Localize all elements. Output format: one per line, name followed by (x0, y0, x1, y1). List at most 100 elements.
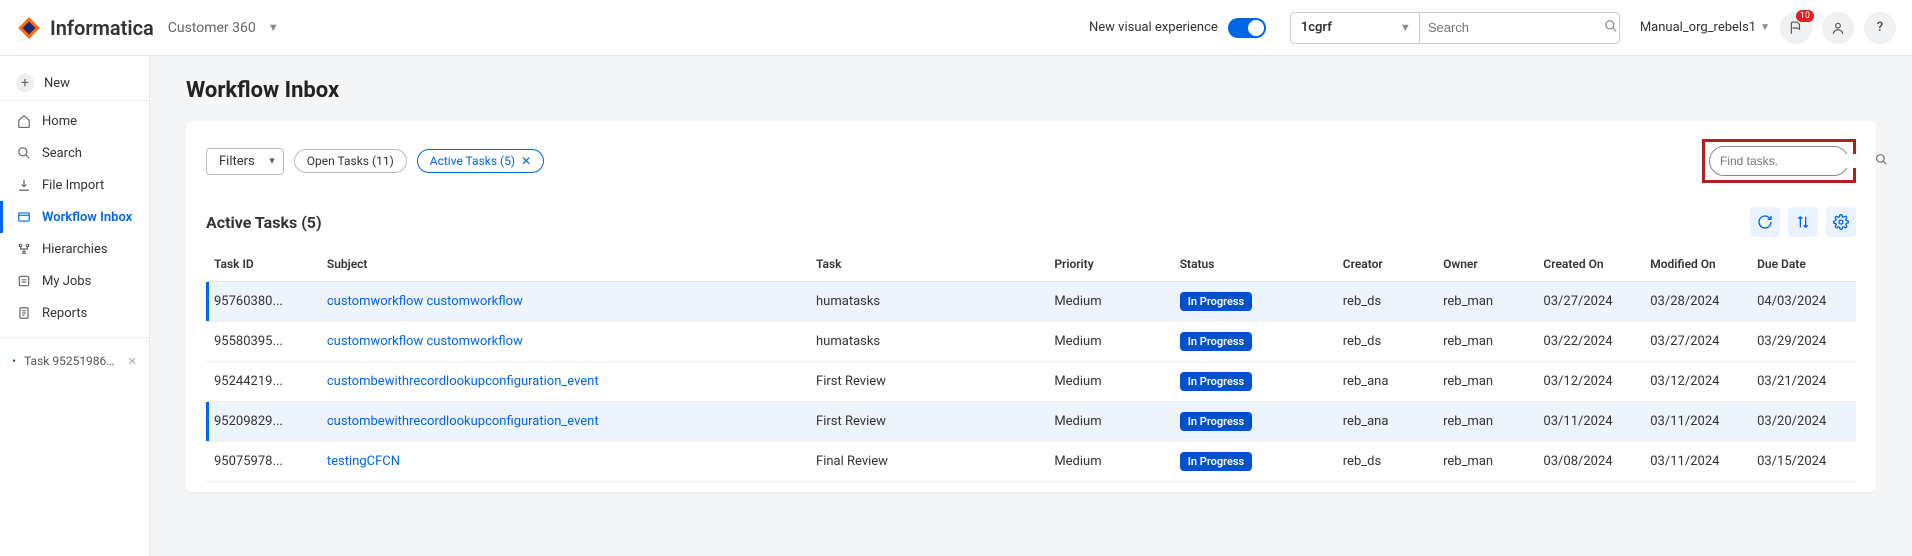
cell-subject[interactable]: custombewithrecordlookupconfiguration_ev… (319, 402, 808, 442)
th-created-on[interactable]: Created On (1535, 247, 1642, 282)
th-modified-on[interactable]: Modified On (1642, 247, 1749, 282)
cell-owner: reb_man (1435, 402, 1535, 442)
cell-created-on: 03/11/2024 (1535, 402, 1642, 442)
table-row[interactable]: 95580395...customworkflow customworkflow… (206, 322, 1856, 362)
find-tasks-field[interactable] (1709, 146, 1849, 176)
user-button[interactable] (1822, 12, 1854, 44)
global-search[interactable] (1420, 12, 1620, 44)
cell-status: In Progress (1172, 402, 1335, 442)
th-status[interactable]: Status (1172, 247, 1335, 282)
chevron-down-icon[interactable]: ▼ (268, 21, 279, 34)
th-task[interactable]: Task (808, 247, 1046, 282)
filter-row: Filters Open Tasks (11) Active Tasks (5)… (206, 139, 1856, 183)
cell-owner: reb_man (1435, 282, 1535, 322)
active-tasks-chip[interactable]: Active Tasks (5) ✕ (417, 149, 544, 173)
app-select-value: 1cgrf (1301, 20, 1332, 35)
sidebar-item-file-import[interactable]: File Import (0, 169, 149, 201)
section-title: Active Tasks (5) (206, 213, 322, 232)
filters-dropdown[interactable]: Filters (206, 148, 284, 175)
flag-icon (1789, 21, 1803, 35)
help-button[interactable]: ? (1864, 12, 1896, 44)
search-icon (16, 145, 32, 161)
sidebar-item-search[interactable]: Search (0, 137, 149, 169)
cell-due-date: 04/03/2024 (1749, 282, 1856, 322)
cell-task: humatasks (808, 282, 1046, 322)
refresh-button[interactable] (1750, 207, 1780, 237)
sidebar-item-label: Workflow Inbox (42, 210, 132, 225)
gear-icon (1833, 214, 1849, 230)
user-icon (1831, 21, 1845, 35)
cell-owner: reb_man (1435, 362, 1535, 402)
chevron-down-icon: ▼ (1760, 22, 1770, 33)
sidebar-item-label: Home (42, 114, 77, 129)
notification-badge: 10 (1796, 10, 1814, 22)
visual-experience-toggle[interactable] (1228, 18, 1266, 38)
cell-priority: Medium (1046, 282, 1171, 322)
hierarchy-icon (16, 241, 32, 257)
cell-task-id: 95209829... (206, 402, 319, 442)
org-name-label: Manual_org_rebels1 (1640, 20, 1756, 35)
status-badge: In Progress (1180, 412, 1252, 431)
close-icon[interactable]: ✕ (521, 154, 531, 168)
new-button[interactable]: + New (0, 66, 149, 101)
table-row[interactable]: 95075978...testingCFCNFinal ReviewMedium… (206, 442, 1856, 482)
table-row[interactable]: 95244219...custombewithrecordlookupconfi… (206, 362, 1856, 402)
inbox-icon (16, 209, 32, 225)
cell-task-id: 95760380... (206, 282, 319, 322)
cell-owner: reb_man (1435, 322, 1535, 362)
cell-subject[interactable]: customworkflow customworkflow (319, 282, 808, 322)
cell-task: humatasks (808, 322, 1046, 362)
new-label: New (44, 76, 70, 91)
cell-task-id: 95580395... (206, 322, 319, 362)
cell-subject[interactable]: customworkflow customworkflow (319, 322, 808, 362)
global-search-input[interactable] (1428, 20, 1604, 35)
sidebar-item-home[interactable]: Home (0, 105, 149, 137)
th-task-id[interactable]: Task ID (206, 247, 319, 282)
cell-created-on: 03/27/2024 (1535, 282, 1642, 322)
search-icon[interactable] (1875, 153, 1888, 170)
sidebar-item-my-jobs[interactable]: My Jobs (0, 265, 149, 297)
active-tasks-chip-label: Active Tasks (5) (430, 154, 515, 168)
close-icon[interactable]: ✕ (128, 355, 137, 368)
th-due-date[interactable]: Due Date (1749, 247, 1856, 282)
help-icon: ? (1877, 20, 1883, 35)
sidebar-item-workflow-inbox[interactable]: Workflow Inbox (0, 201, 149, 233)
app-select[interactable]: 1cgrf ▼ (1290, 12, 1420, 44)
cell-modified-on: 03/11/2024 (1642, 442, 1749, 482)
open-tasks-chip[interactable]: Open Tasks (11) (294, 149, 407, 173)
find-tasks-input[interactable] (1720, 154, 1875, 168)
cell-task-id: 95075978... (206, 442, 319, 482)
sort-button[interactable] (1788, 207, 1818, 237)
th-creator[interactable]: Creator (1335, 247, 1435, 282)
import-icon (16, 177, 32, 193)
cell-modified-on: 03/27/2024 (1642, 322, 1749, 362)
table-row[interactable]: 95760380...customworkflow customworkflow… (206, 282, 1856, 322)
cell-subject[interactable]: testingCFCN (319, 442, 808, 482)
org-switcher[interactable]: Manual_org_rebels1 ▼ (1640, 20, 1770, 35)
status-badge: In Progress (1180, 372, 1252, 391)
th-owner[interactable]: Owner (1435, 247, 1535, 282)
task-dot-icon: • (12, 354, 16, 368)
notifications-button[interactable]: 10 (1780, 12, 1812, 44)
th-priority[interactable]: Priority (1046, 247, 1171, 282)
cell-status: In Progress (1172, 362, 1335, 402)
cell-due-date: 03/29/2024 (1749, 322, 1856, 362)
sidebar-open-task-label: Task 952519863... (24, 354, 120, 368)
cell-status: In Progress (1172, 322, 1335, 362)
sidebar-item-label: Search (42, 146, 82, 161)
refresh-icon (1757, 214, 1773, 230)
sidebar-item-label: Hierarchies (42, 242, 108, 257)
cell-created-on: 03/12/2024 (1535, 362, 1642, 402)
informatica-logo-icon (16, 15, 42, 41)
cell-subject[interactable]: custombewithrecordlookupconfiguration_ev… (319, 362, 808, 402)
sidebar-item-hierarchies[interactable]: Hierarchies (0, 233, 149, 265)
cell-priority: Medium (1046, 442, 1171, 482)
search-icon[interactable] (1604, 19, 1618, 37)
visual-toggle-label: New visual experience (1089, 20, 1218, 35)
table-row[interactable]: 95209829...custombewithrecordlookupconfi… (206, 402, 1856, 442)
settings-button[interactable] (1826, 207, 1856, 237)
sidebar-open-task[interactable]: • Task 952519863... ✕ (0, 346, 149, 376)
th-subject[interactable]: Subject (319, 247, 808, 282)
sidebar-item-reports[interactable]: Reports (0, 297, 149, 329)
status-badge: In Progress (1180, 452, 1252, 471)
